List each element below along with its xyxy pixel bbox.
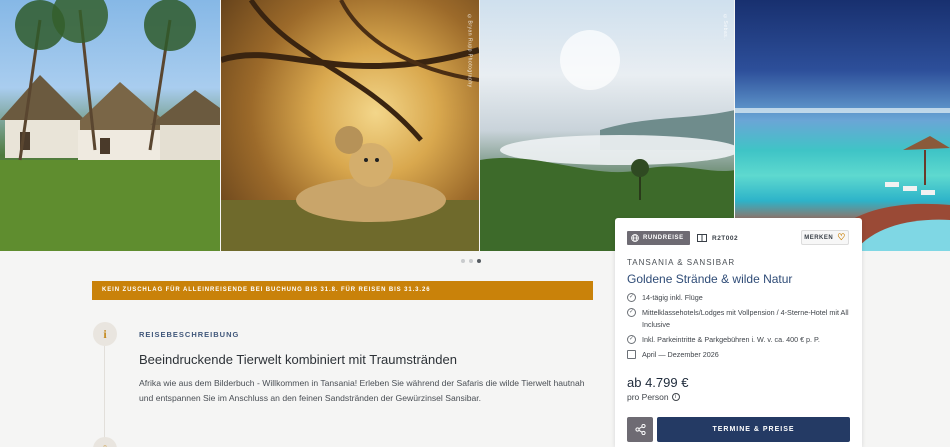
feature-list: ✓ 14-tägig inkl. Flüge ✓ Mittelklassehotel… <box>627 292 853 364</box>
section-title: Beeindruckende Tierwelt kombiniert mit T… <box>139 352 457 367</box>
offer-title: Goldene Strände & wilde Natur <box>627 272 793 286</box>
offer-card: RUNDREISE R2T002 MERKEN ♡ TANSANIA & SAN… <box>615 218 862 447</box>
check-circle-icon: ✓ <box>627 335 636 344</box>
section-label: REISEBESCHREIBUNG <box>139 330 240 339</box>
photo-credit: ©Bryan Rupp Photography <box>466 14 473 88</box>
check-circle-icon: ✓ <box>627 308 636 317</box>
info-circle-icon[interactable]: i <box>671 393 680 401</box>
gallery-photo-cheetah[interactable]: ©Bryan Rupp Photography <box>220 0 479 251</box>
map-icon: ▫ <box>93 437 117 447</box>
destination: TANSANIA & SANSIBAR <box>627 258 736 267</box>
promo-banner: Kein Zuschlag für Alleinreisende bei Buc… <box>92 281 593 300</box>
timeline-line <box>104 344 105 444</box>
gallery-photo-mountain[interactable]: ©Sebas.. <box>479 0 735 251</box>
merken-label: MERKEN <box>804 234 834 241</box>
photo-credit: ©Sebas.. <box>722 14 729 41</box>
feature-item: ✓ 14-tägig inkl. Flüge <box>627 293 703 302</box>
section-description: Afrika wie aus dem Bilderbuch - Willkomm… <box>139 378 585 403</box>
trip-code: R2T002 <box>697 231 738 245</box>
gallery-photo-beach-huts[interactable] <box>0 0 220 251</box>
feature-item: ✓ Inkl. Parkeintritte & Parkgebühren i. W… <box>627 335 820 344</box>
gallery-dot[interactable] <box>469 259 473 263</box>
check-circle-icon: ✓ <box>627 293 636 302</box>
calendar-icon <box>627 350 636 359</box>
merken-button[interactable]: MERKEN ♡ <box>801 230 849 245</box>
ocean-pool-illustration <box>735 108 950 251</box>
gallery-pagination[interactable] <box>461 259 481 263</box>
gallery-dot-active[interactable] <box>477 259 481 263</box>
mountain-illustration <box>479 30 735 251</box>
globe-icon <box>631 234 639 242</box>
price-unit: pro Person i <box>627 392 680 402</box>
beach-huts-illustration <box>0 0 220 251</box>
gallery-photo-ocean-pool[interactable] <box>735 0 950 251</box>
share-button[interactable] <box>627 417 653 442</box>
feature-item: ✓ Mittelklassehotels/Lodges mit Vollpensi… <box>627 308 849 329</box>
gallery-dot[interactable] <box>461 259 465 263</box>
trip-code-label: R2T002 <box>712 234 739 242</box>
info-icon: i <box>93 322 117 346</box>
page: ©Bryan Rupp Photography ©Sebas.. KEIN ZU… <box>0 0 950 447</box>
share-icon <box>634 424 646 435</box>
cheetah-illustration <box>220 0 479 251</box>
trip-type-badge: RUNDREISE <box>627 231 690 245</box>
termine-preise-button[interactable]: TERMINE & PREISE <box>657 417 850 442</box>
catalog-icon <box>697 234 707 242</box>
image-gallery[interactable]: ©Bryan Rupp Photography ©Sebas.. <box>0 0 950 251</box>
feature-item: April — Dezember 2026 <box>627 349 853 361</box>
trip-type-label: RUNDREISE <box>643 235 684 241</box>
price: ab 4.799 € <box>627 375 689 390</box>
heart-icon: ♡ <box>837 232 846 242</box>
